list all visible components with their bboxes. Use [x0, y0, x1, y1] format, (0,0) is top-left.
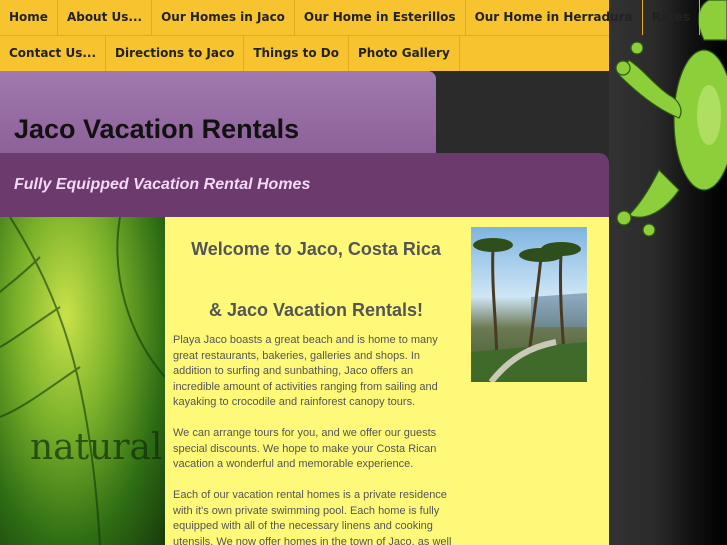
nav-directions-to-jaco[interactable]: Directions to Jaco [106, 36, 245, 71]
nav-home[interactable]: Home [0, 0, 58, 35]
homes-paragraph: Each of our vacation rental homes is a p… [173, 489, 452, 545]
nav-contact-us[interactable]: Contact Us... [0, 36, 107, 71]
nav-row-1: Home About Us... Our Homes in Jaco Our H… [0, 0, 700, 36]
nav-rates[interactable]: Rates [643, 0, 700, 35]
palm-trees [471, 238, 587, 382]
intro-paragraph: Playa Jaco boasts a great beach and is h… [173, 334, 438, 408]
nav-our-homes-in-jaco[interactable]: Our Homes in Jaco [152, 0, 295, 35]
nav-photo-gallery[interactable]: Photo Gallery [349, 36, 460, 71]
welcome-heading: Welcome to Jaco, Costa Rica [191, 239, 441, 259]
nav-our-home-in-esterillos[interactable]: Our Home in Esterillos [295, 0, 466, 35]
nav-our-home-in-herradura[interactable]: Our Home in Herradura [466, 0, 643, 35]
frog-image [615, 0, 727, 237]
nav-about-us[interactable]: About Us... [58, 0, 153, 35]
tours-paragraph: We can arrange tours for you, and we off… [173, 427, 437, 470]
beach-photo [471, 227, 587, 382]
leaf-veins [0, 217, 165, 545]
leaf-word: natural [30, 427, 163, 468]
site-title: Jaco Vacation Rentals [14, 114, 300, 144]
nav-things-to-do[interactable]: Things to Do [244, 36, 349, 71]
main-nav: Home About Us... Our Homes in Jaco Our H… [0, 0, 700, 71]
tagline: Fully Equipped Vacation Rental Homes [14, 176, 311, 193]
leaf-image: natural [0, 217, 165, 545]
welcome-subheading: & Jaco Vacation Rentals! [208, 300, 424, 320]
main-content: Welcome to Jaco, Costa Rica & Jaco Vacat… [165, 217, 609, 545]
nav-row-2: Contact Us... Directions to Jaco Things … [0, 36, 609, 71]
